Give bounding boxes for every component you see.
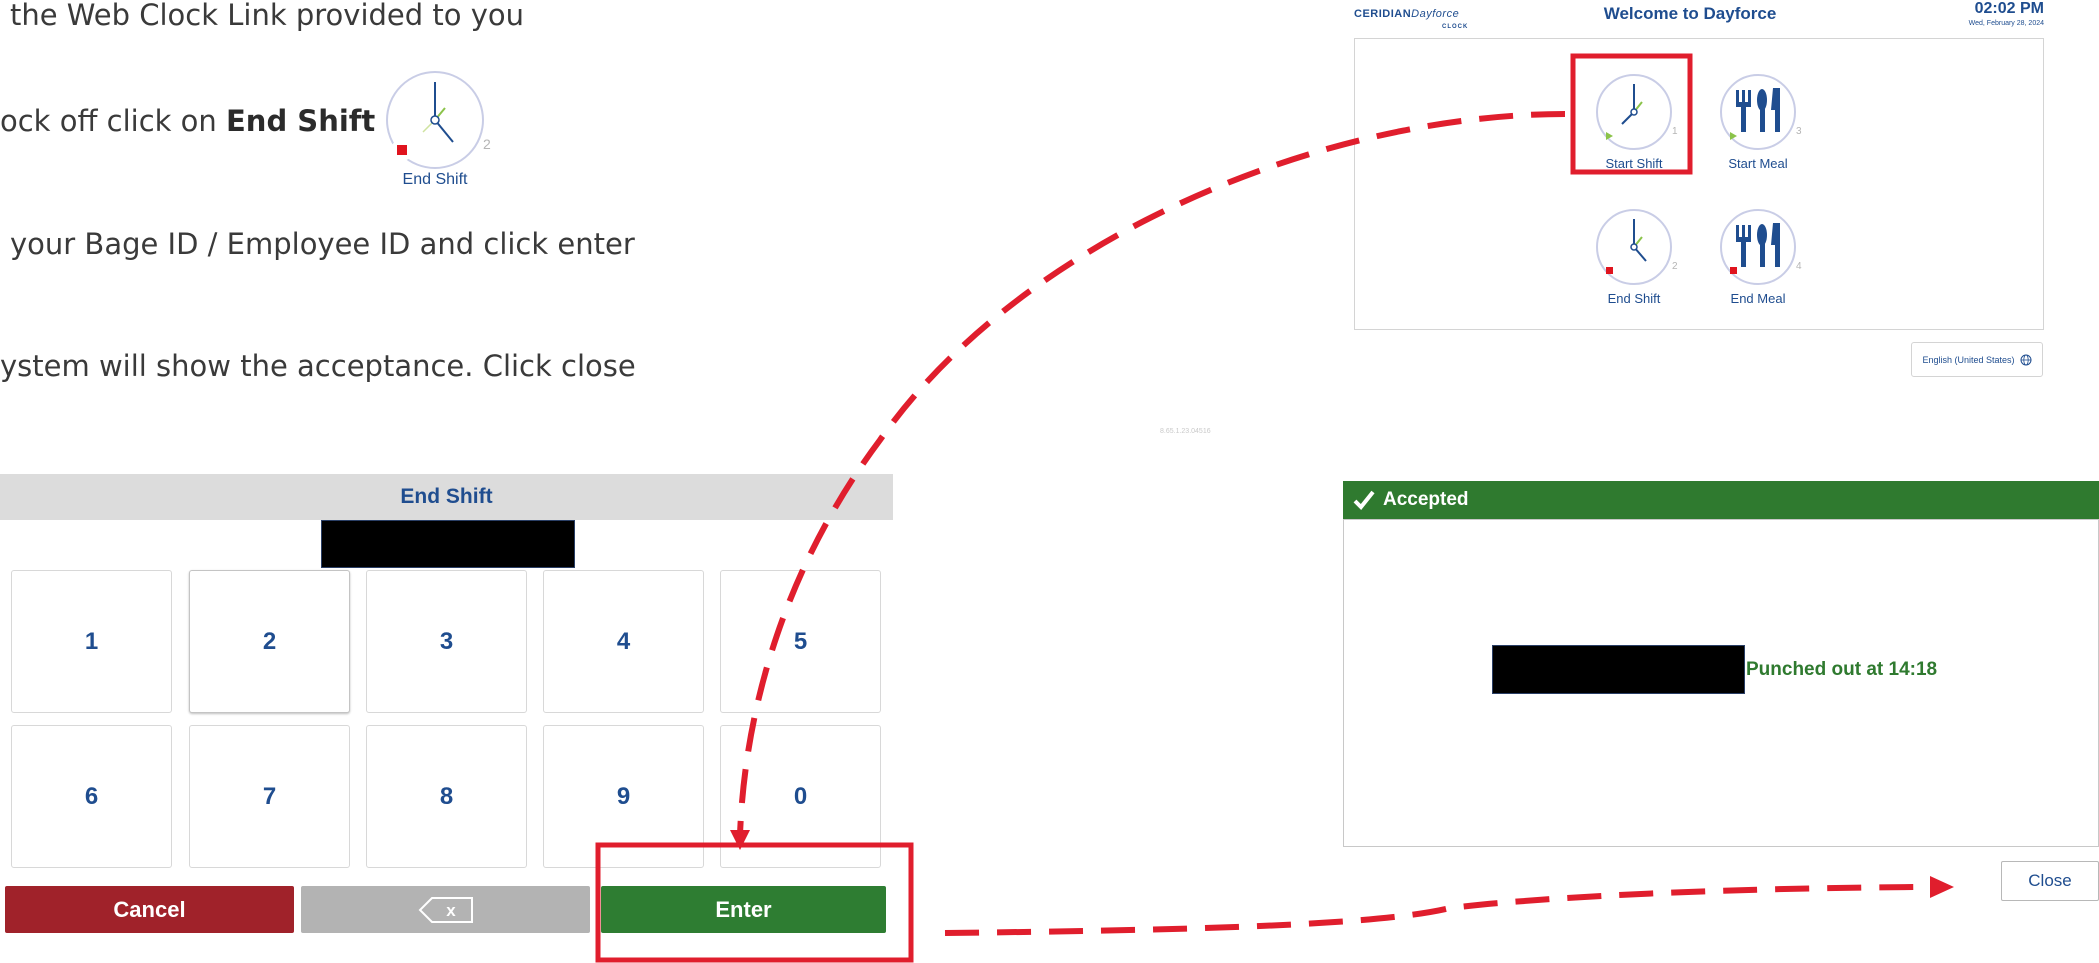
page-title: Welcome to Dayforce	[1603, 4, 1777, 23]
key-3[interactable]: 3	[366, 570, 527, 713]
key-9[interactable]: 9	[543, 725, 704, 868]
language-selector[interactable]: English (United States)	[1911, 342, 2043, 377]
arrow-enter-to-close	[944, 884, 1921, 936]
tile-start-shift[interactable]: 1 Start Shift	[1584, 74, 1684, 174]
key-5[interactable]: 5	[720, 570, 881, 713]
logo-sub: CLOCK	[1442, 24, 1469, 30]
tile-label: End Meal	[1730, 291, 1786, 306]
enter-button[interactable]: Enter	[601, 886, 886, 933]
instruction-step-3: your Bage ID / Employee ID and click ent…	[10, 227, 635, 261]
end-shift-clock-illustration: 2 End Shift	[385, 68, 491, 190]
clock-date: Wed, February 28, 2024	[1968, 20, 2044, 27]
close-button[interactable]: Close	[2001, 861, 2099, 901]
mini-clock-number: 2	[483, 136, 491, 152]
backspace-icon: x	[418, 896, 473, 923]
instruction-step-2-bold: End Shift	[226, 104, 376, 138]
punch-options-panel	[1354, 38, 2044, 330]
badge-id-input-redacted[interactable]	[321, 520, 575, 568]
start-shift-clock-icon	[1596, 74, 1672, 150]
instruction-step-2: ock off click on End Shift	[0, 104, 375, 138]
tile-label: Start Meal	[1728, 156, 1788, 171]
dayforce-logo: CERIDIANDayforce	[1354, 8, 1459, 20]
tile-start-meal[interactable]: 3 Start Meal	[1708, 74, 1808, 174]
end-shift-clock-icon	[1596, 209, 1672, 285]
key-2[interactable]: 2	[189, 570, 350, 713]
tile-number: 1	[1672, 126, 1678, 137]
key-8[interactable]: 8	[366, 725, 527, 868]
language-label: English (United States)	[1922, 354, 2015, 365]
cancel-button[interactable]: Cancel	[5, 886, 294, 933]
globe-icon	[2020, 354, 2032, 365]
fork-knife-icon	[1720, 74, 1796, 150]
employee-name-redacted	[1492, 645, 1745, 694]
punch-message: Punched out at 14:18	[1746, 659, 1938, 680]
logo-product: Dayforce	[1411, 8, 1460, 20]
clock-time: 02:02 PM	[1974, 0, 2044, 17]
instruction-step-1: the Web Clock Link provided to you	[10, 0, 525, 32]
key-4[interactable]: 4	[543, 570, 704, 713]
key-1[interactable]: 1	[11, 570, 172, 713]
key-0[interactable]: 0	[720, 725, 881, 868]
logo-brand: CERIDIAN	[1354, 8, 1412, 20]
backspace-button[interactable]: x	[301, 886, 590, 933]
instruction-step-2-text: ock off click on	[0, 104, 226, 138]
tile-label: End Shift	[1607, 291, 1661, 306]
tile-end-meal[interactable]: 4 End Meal	[1708, 209, 1808, 309]
key-6[interactable]: 6	[11, 725, 172, 868]
fork-knife-icon	[1720, 209, 1796, 285]
mini-clock-label: End Shift	[402, 171, 468, 188]
tile-number: 3	[1796, 126, 1802, 137]
tile-number: 4	[1796, 261, 1802, 272]
clock-icon	[386, 71, 484, 169]
keypad-header: End Shift	[0, 474, 893, 520]
version-label: 8.65.1.23.04516	[1160, 428, 1211, 435]
accepted-header: Accepted	[1343, 481, 2099, 519]
tile-number: 2	[1672, 261, 1678, 272]
backspace-icon-glyph: x	[446, 901, 456, 920]
checkmark-icon	[1353, 490, 1375, 510]
accepted-title: Accepted	[1383, 489, 1469, 510]
tile-label: Start Shift	[1605, 156, 1663, 171]
tile-end-shift[interactable]: 2 End Shift	[1584, 209, 1684, 309]
arrowhead-right	[1930, 876, 1954, 898]
key-7[interactable]: 7	[189, 725, 350, 868]
instruction-step-4: ystem will show the acceptance. Click cl…	[0, 349, 636, 383]
